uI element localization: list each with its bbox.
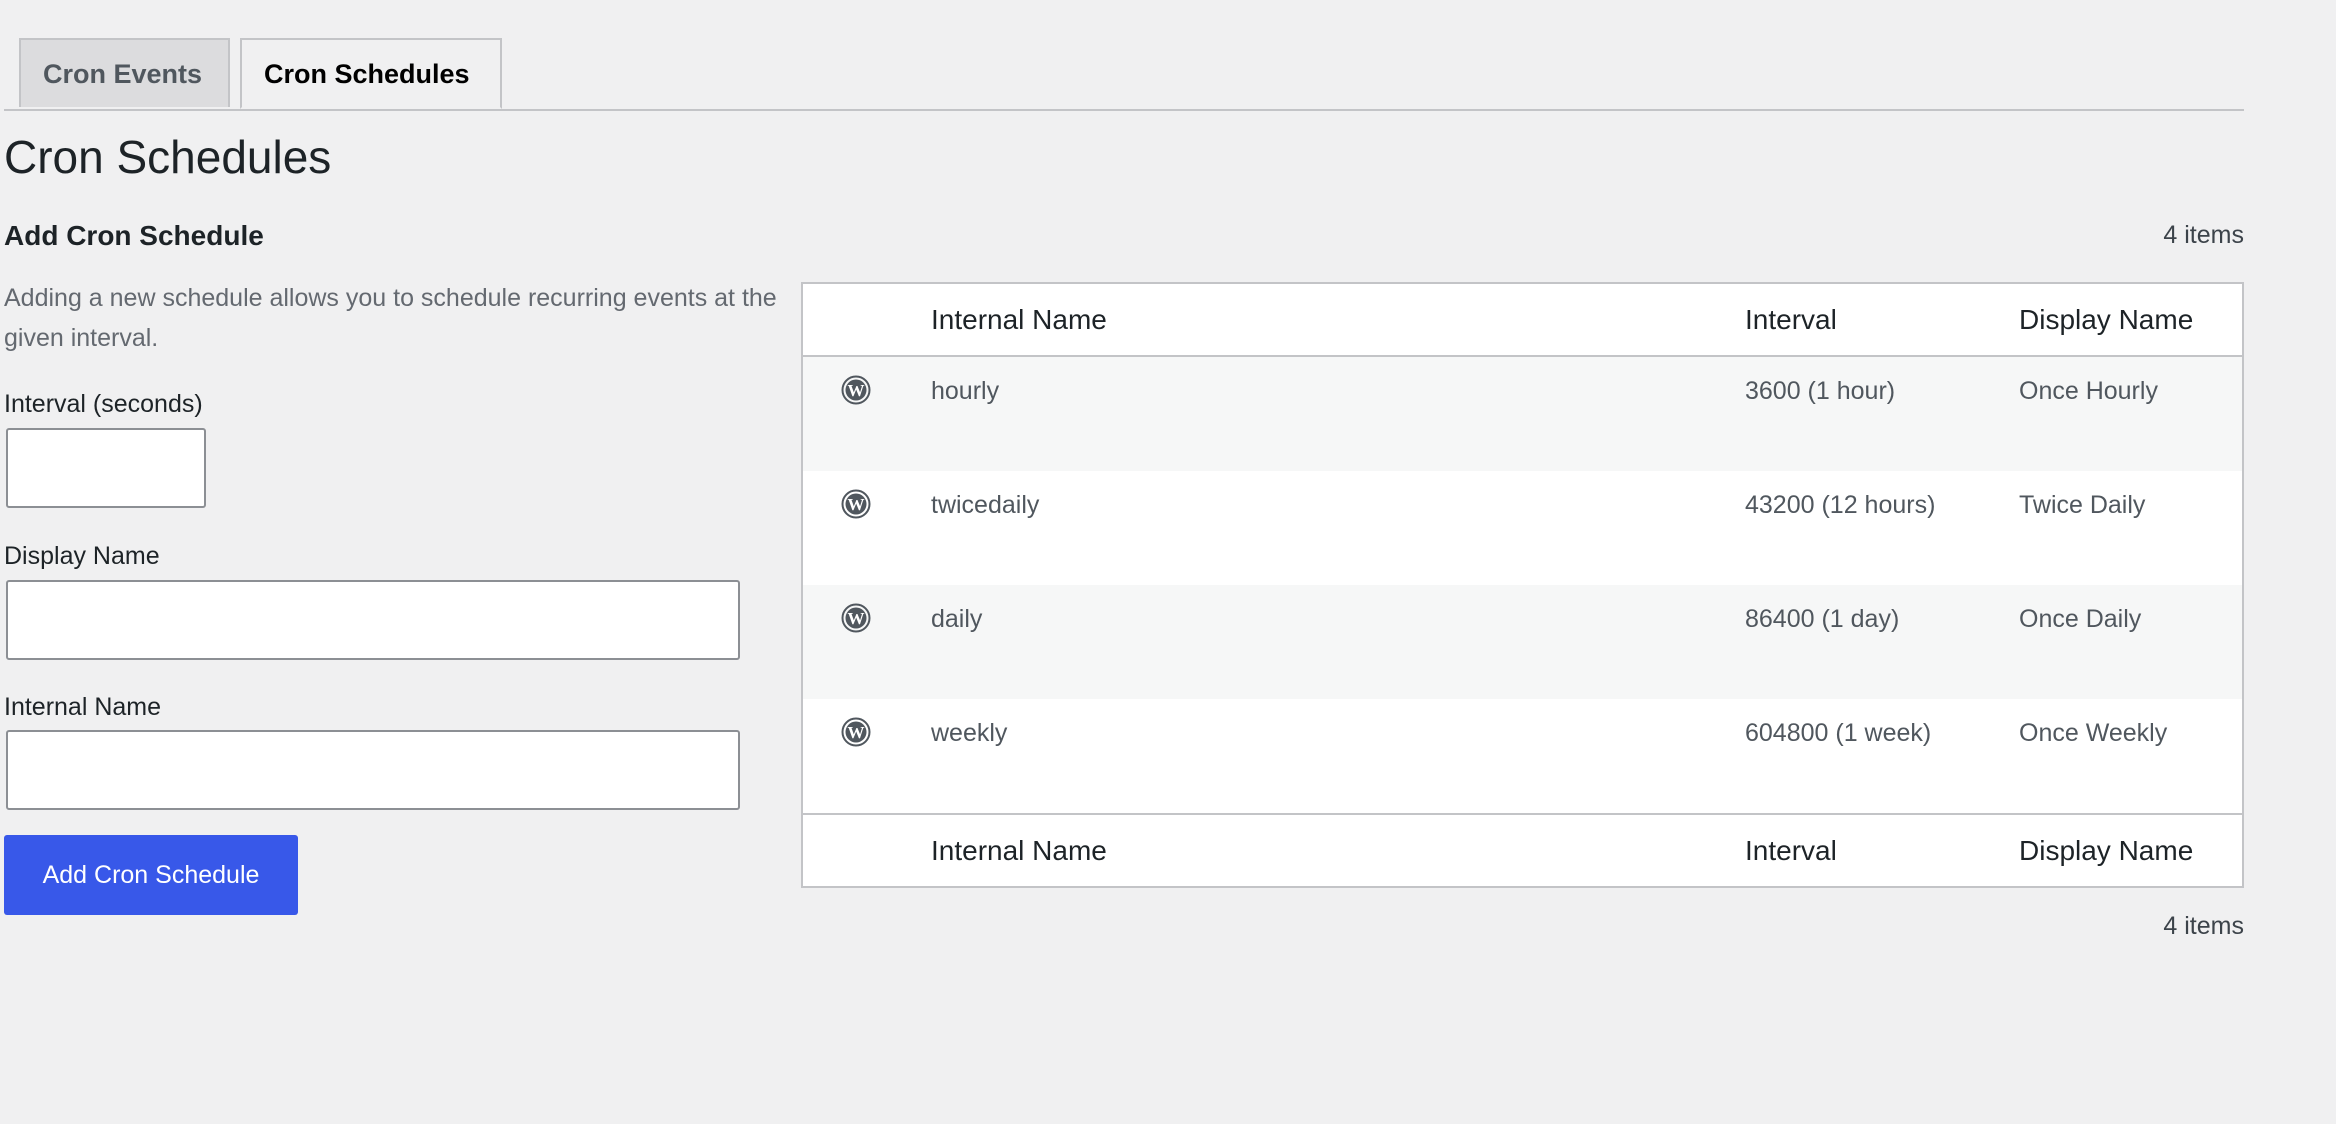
- tab-cron-events[interactable]: Cron Events: [19, 38, 230, 107]
- table-row: W daily 86400 (1 day) Once Daily: [803, 585, 2242, 699]
- wordpress-icon: W: [841, 603, 871, 633]
- page-title: Cron Schedules: [4, 131, 332, 183]
- wordpress-icon: W: [841, 375, 871, 405]
- display-name-label: Display Name: [4, 542, 160, 570]
- page-wrap: Cron Events Cron Schedules Cron Schedule…: [4, 0, 2244, 940]
- add-cron-schedule-button[interactable]: Add Cron Schedule: [4, 835, 298, 915]
- svg-text:W: W: [848, 381, 865, 400]
- row-interval: 3600 (1 hour): [1745, 377, 1896, 405]
- interval-label: Interval (seconds): [4, 390, 203, 418]
- form-description: Adding a new schedule allows you to sche…: [4, 284, 777, 352]
- row-display-name: Twice Daily: [2019, 491, 2146, 519]
- table-footer-row: Internal Name Interval Display Name: [803, 813, 2242, 886]
- row-interval: 43200 (12 hours): [1745, 491, 1936, 519]
- tab-bar: Cron Events Cron Schedules: [4, 0, 2244, 111]
- table-row: W weekly 604800 (1 week) Once Weekly: [803, 699, 2242, 813]
- interval-input[interactable]: [6, 428, 206, 508]
- table-row: W hourly 3600 (1 hour) Once Hourly: [803, 357, 2242, 471]
- wordpress-icon: W: [841, 717, 871, 747]
- row-display-name: Once Weekly: [2019, 719, 2168, 747]
- wordpress-icon: W: [841, 489, 871, 519]
- row-interval: 604800 (1 week): [1745, 719, 1932, 747]
- table-header-row: Internal Name Interval Display Name: [803, 284, 2242, 357]
- column-header-internal-name[interactable]: Internal Name: [931, 304, 1107, 336]
- row-interval: 86400 (1 day): [1745, 605, 1900, 633]
- schedules-table: Internal Name Interval Display Name W ho…: [801, 282, 2244, 888]
- row-internal-name: twicedaily: [931, 491, 1040, 519]
- items-count-bottom: 4 items: [2163, 912, 2244, 940]
- column-header-interval[interactable]: Interval: [1745, 304, 1837, 336]
- tab-cron-schedules[interactable]: Cron Schedules: [240, 38, 502, 109]
- row-display-name: Once Hourly: [2019, 377, 2158, 405]
- table-row: W twicedaily 43200 (12 hours) Twice Dail…: [803, 471, 2242, 585]
- svg-text:W: W: [848, 495, 865, 514]
- column-footer-internal-name[interactable]: Internal Name: [931, 835, 1107, 867]
- add-schedule-form: Add Cron Schedule Adding a new schedule …: [4, 216, 784, 915]
- column-footer-interval[interactable]: Interval: [1745, 835, 1837, 867]
- items-count-top: 4 items: [2163, 221, 2244, 249]
- display-name-input[interactable]: [6, 580, 740, 660]
- svg-text:W: W: [848, 609, 865, 628]
- row-internal-name: hourly: [931, 377, 1000, 405]
- svg-text:W: W: [848, 723, 865, 742]
- column-footer-display-name[interactable]: Display Name: [2019, 835, 2193, 867]
- row-display-name: Once Daily: [2019, 605, 2142, 633]
- internal-name-label: Internal Name: [4, 693, 162, 721]
- internal-name-input[interactable]: [6, 730, 740, 810]
- row-internal-name: daily: [931, 605, 983, 633]
- column-header-display-name[interactable]: Display Name: [2019, 304, 2193, 336]
- row-internal-name: weekly: [931, 719, 1008, 747]
- form-title: Add Cron Schedule: [4, 220, 264, 251]
